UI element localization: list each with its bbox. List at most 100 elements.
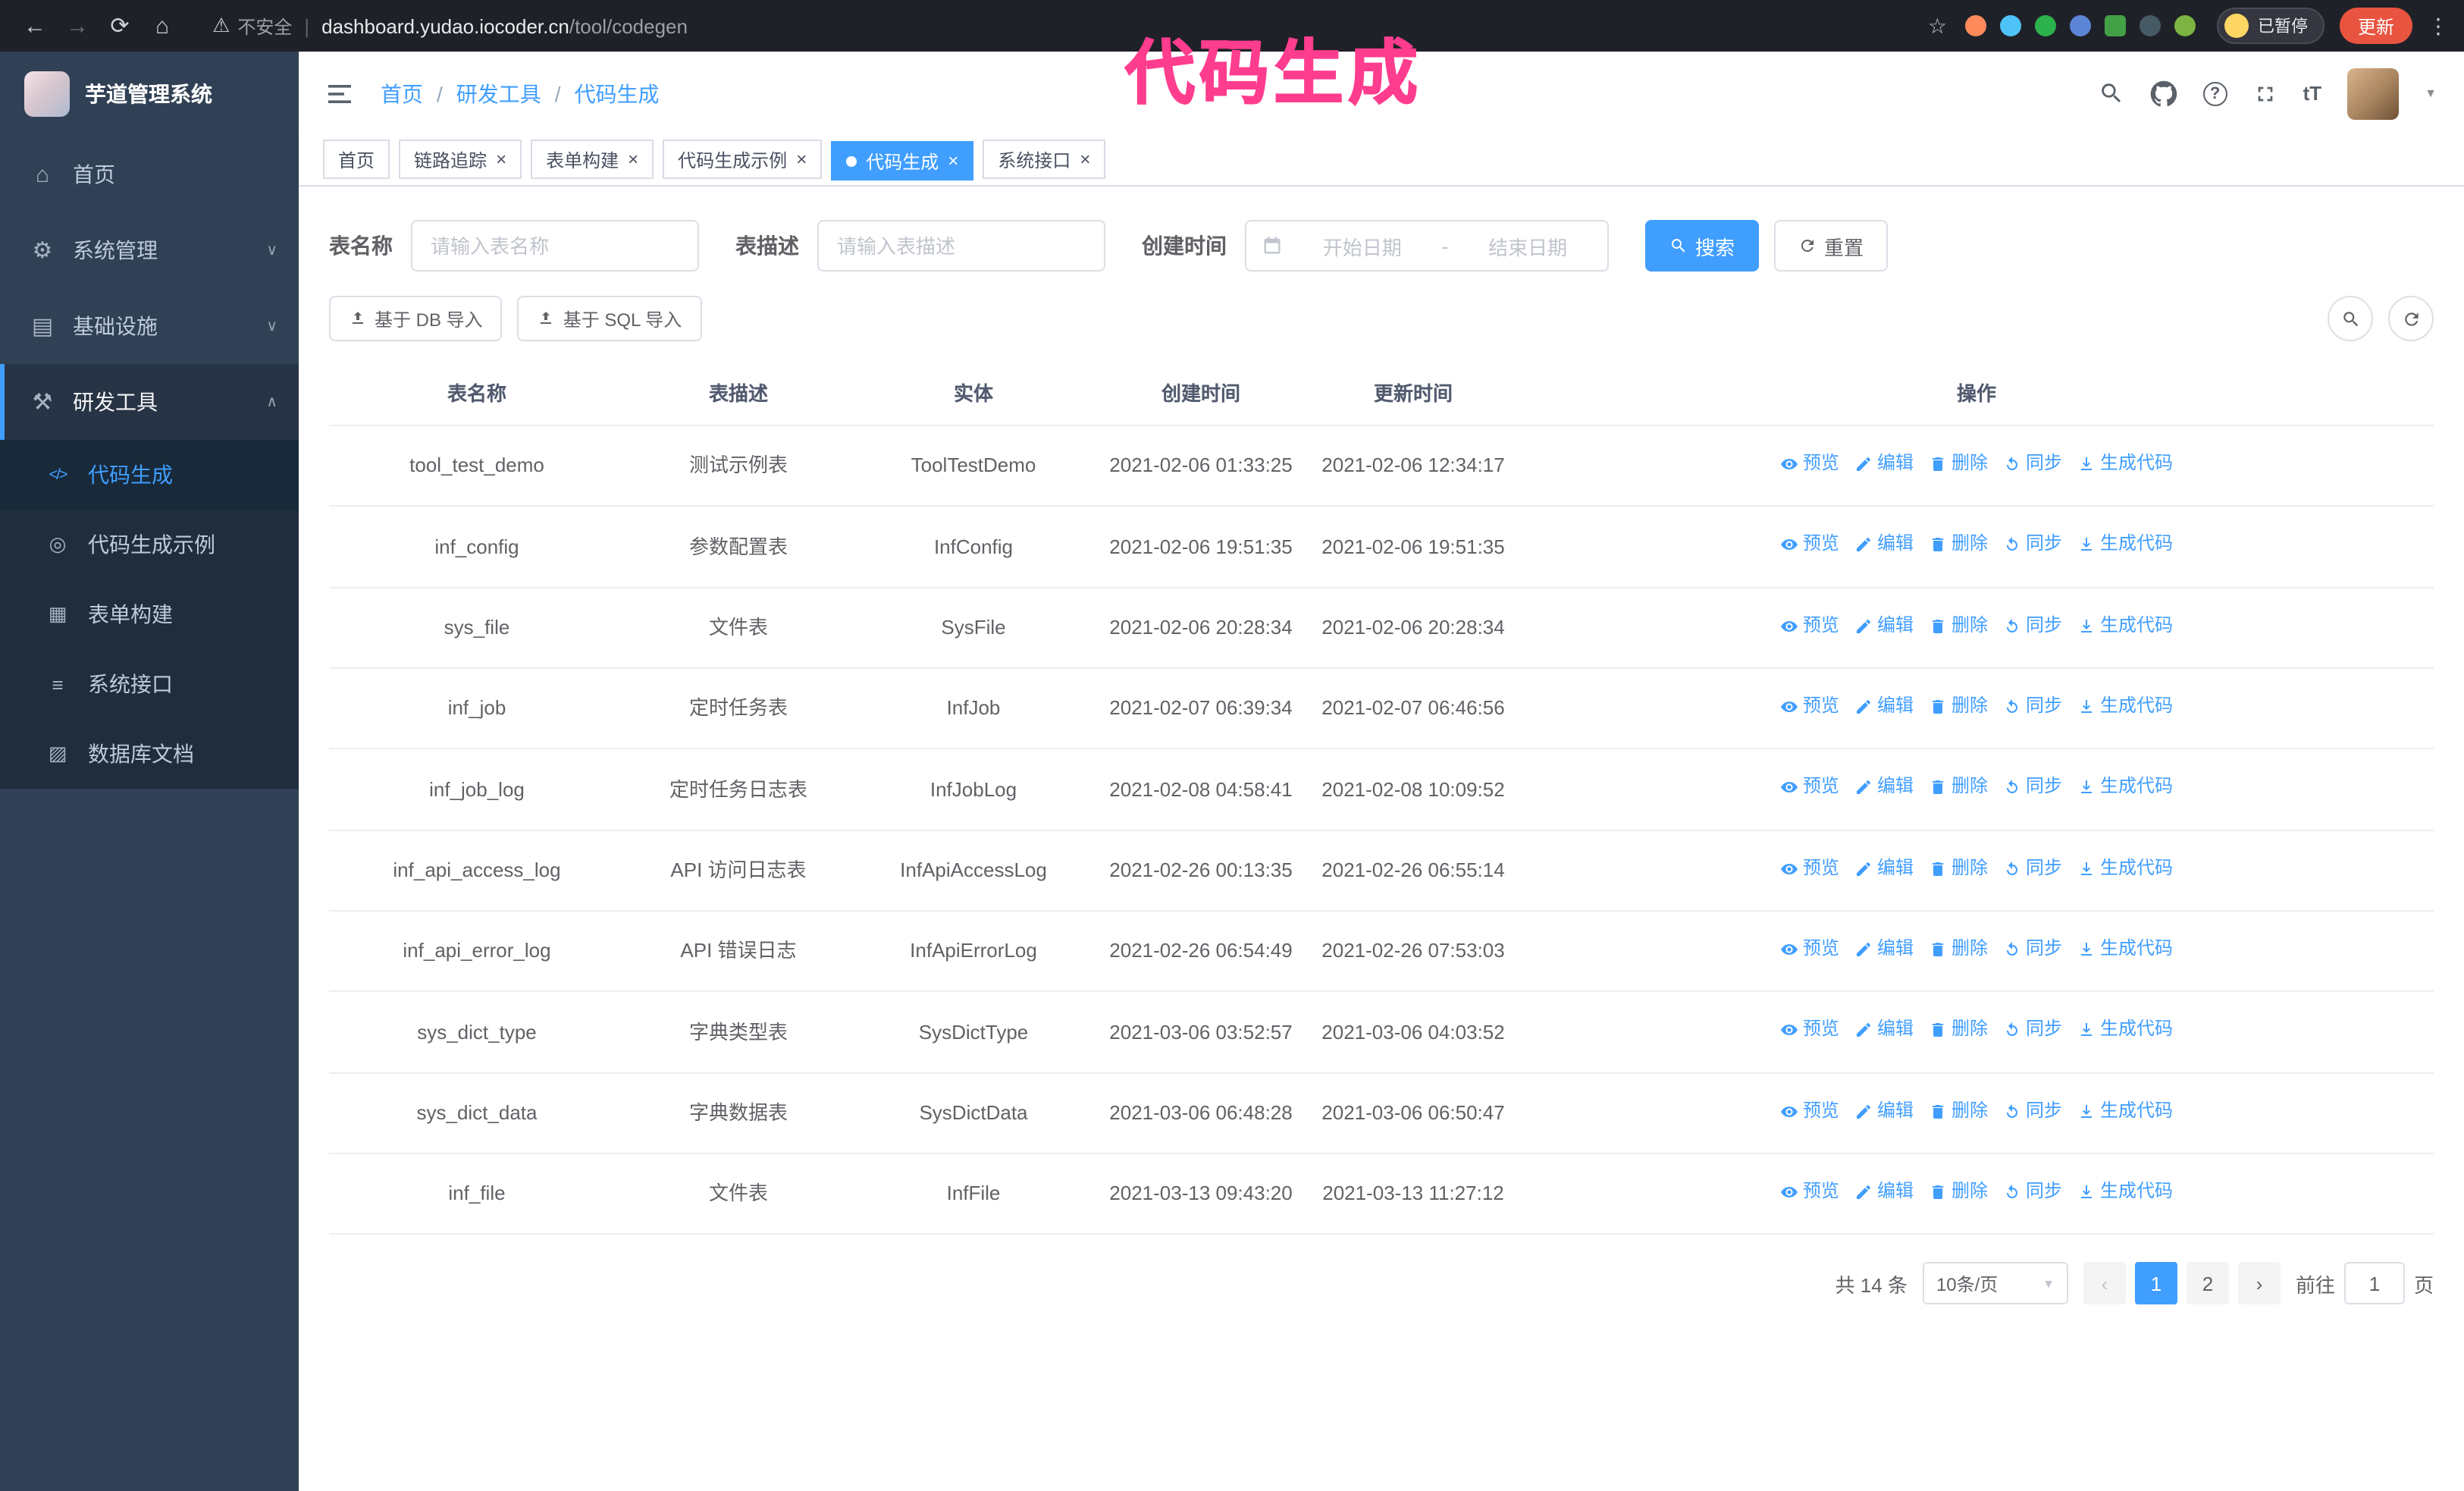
address-bar[interactable]: ⚠ 不安全 | dashboard.yudao.iocoder.cn/tool/… bbox=[197, 6, 1925, 46]
extension-icon[interactable] bbox=[2069, 15, 2091, 36]
edit-action[interactable]: 编辑 bbox=[1854, 1015, 1914, 1046]
tab-home[interactable]: 首页 bbox=[323, 140, 390, 179]
generate-action[interactable]: 生成代码 bbox=[2077, 530, 2173, 560]
generate-action[interactable]: 生成代码 bbox=[2077, 611, 2173, 641]
preview-action[interactable]: 预览 bbox=[1780, 1096, 1839, 1126]
tab-codegen-example[interactable]: 代码生成示例 × bbox=[663, 140, 823, 179]
sidebar-item-db-doc[interactable]: ▨ 数据库文档 bbox=[0, 719, 299, 789]
page-size-select[interactable]: 10条/页 ▼ bbox=[1922, 1262, 2068, 1305]
fullscreen-icon[interactable] bbox=[2253, 81, 2277, 105]
help-icon[interactable]: ? bbox=[2202, 81, 2227, 105]
preview-action[interactable]: 预览 bbox=[1780, 853, 1839, 884]
generate-action[interactable]: 生成代码 bbox=[2077, 692, 2173, 722]
breadcrumb-item[interactable]: 代码生成 bbox=[575, 78, 660, 108]
extension-icon[interactable] bbox=[2034, 15, 2056, 36]
preview-action[interactable]: 预览 bbox=[1780, 611, 1839, 641]
generate-action[interactable]: 生成代码 bbox=[2077, 853, 2173, 884]
user-avatar[interactable] bbox=[2347, 67, 2400, 119]
goto-page-input[interactable] bbox=[2343, 1262, 2405, 1305]
edit-action[interactable]: 编辑 bbox=[1854, 1096, 1914, 1126]
delete-action[interactable]: 删除 bbox=[1929, 692, 1988, 722]
browser-menu-icon[interactable]: ⋮ bbox=[2428, 13, 2449, 39]
preview-action[interactable]: 预览 bbox=[1780, 449, 1839, 479]
extension-icon[interactable] bbox=[2139, 15, 2161, 36]
preview-action[interactable]: 预览 bbox=[1780, 692, 1839, 722]
sidebar-item-devtools[interactable]: ⚒ 研发工具 ∧ bbox=[0, 364, 299, 440]
extension-icon[interactable] bbox=[1964, 15, 1986, 36]
generate-action[interactable]: 生成代码 bbox=[2077, 1177, 2173, 1207]
edit-action[interactable]: 编辑 bbox=[1854, 611, 1914, 641]
sync-action[interactable]: 同步 bbox=[2003, 449, 2062, 479]
tab-api[interactable]: 系统接口 × bbox=[983, 140, 1106, 179]
edit-action[interactable]: 编辑 bbox=[1854, 692, 1914, 722]
delete-action[interactable]: 删除 bbox=[1929, 1096, 1988, 1126]
toggle-search-button[interactable] bbox=[2328, 296, 2373, 341]
font-size-icon[interactable]: tT bbox=[2303, 82, 2322, 105]
edit-action[interactable]: 编辑 bbox=[1854, 449, 1914, 479]
preview-action[interactable]: 预览 bbox=[1780, 934, 1839, 965]
edit-action[interactable]: 编辑 bbox=[1854, 853, 1914, 884]
close-icon[interactable]: × bbox=[1080, 150, 1090, 168]
import-db-button[interactable]: 基于 DB 导入 bbox=[329, 296, 503, 341]
reload-icon[interactable]: ⟳ bbox=[100, 6, 140, 46]
delete-action[interactable]: 删除 bbox=[1929, 449, 1988, 479]
edit-action[interactable]: 编辑 bbox=[1854, 1177, 1914, 1207]
generate-action[interactable]: 生成代码 bbox=[2077, 449, 2173, 479]
preview-action[interactable]: 预览 bbox=[1780, 1177, 1839, 1207]
sync-action[interactable]: 同步 bbox=[2003, 773, 2062, 803]
end-date-placeholder[interactable]: 结束日期 bbox=[1463, 231, 1592, 260]
preview-action[interactable]: 预览 bbox=[1780, 773, 1839, 803]
refresh-table-button[interactable] bbox=[2388, 296, 2434, 341]
app-logo[interactable]: 芋道管理系统 bbox=[0, 52, 299, 137]
generate-action[interactable]: 生成代码 bbox=[2077, 1015, 2173, 1046]
home-icon[interactable]: ⌂ bbox=[143, 6, 182, 46]
delete-action[interactable]: 删除 bbox=[1929, 853, 1988, 884]
sidebar-item-api[interactable]: ≡ 系统接口 bbox=[0, 649, 299, 719]
sync-action[interactable]: 同步 bbox=[2003, 530, 2062, 560]
bookmark-star-icon[interactable]: ☆ bbox=[1928, 13, 1947, 39]
tab-tracing[interactable]: 链路追踪 × bbox=[399, 140, 522, 179]
generate-action[interactable]: 生成代码 bbox=[2077, 1096, 2173, 1126]
close-icon[interactable]: × bbox=[496, 150, 506, 168]
url[interactable]: dashboard.yudao.iocoder.cn/tool/codegen bbox=[321, 14, 688, 37]
security-chip[interactable]: ⚠ 不安全 bbox=[212, 13, 292, 39]
edit-action[interactable]: 编辑 bbox=[1854, 934, 1914, 965]
chevron-down-icon[interactable]: ▼ bbox=[2425, 86, 2437, 100]
search-button[interactable]: 搜索 bbox=[1645, 220, 1760, 272]
delete-action[interactable]: 删除 bbox=[1929, 1015, 1988, 1046]
close-icon[interactable]: × bbox=[628, 150, 638, 168]
sync-action[interactable]: 同步 bbox=[2003, 1177, 2062, 1207]
extension-icon[interactable] bbox=[1999, 15, 2021, 36]
extension-icon[interactable] bbox=[2104, 15, 2126, 36]
sidebar-item-form-builder[interactable]: ▦ 表单构建 bbox=[0, 579, 299, 649]
generate-action[interactable]: 生成代码 bbox=[2077, 773, 2173, 803]
browser-update-button[interactable]: 更新 bbox=[2339, 8, 2412, 44]
table-name-input[interactable] bbox=[411, 220, 699, 272]
breadcrumb-item[interactable]: 首页 bbox=[381, 78, 423, 108]
next-page-button[interactable]: › bbox=[2237, 1262, 2281, 1305]
date-range-picker[interactable]: 开始日期 - 结束日期 bbox=[1245, 220, 1609, 272]
github-icon[interactable] bbox=[2150, 80, 2177, 107]
forward-icon[interactable]: → bbox=[58, 6, 97, 46]
collapse-menu-icon[interactable] bbox=[326, 80, 353, 107]
sync-action[interactable]: 同步 bbox=[2003, 853, 2062, 884]
sync-action[interactable]: 同步 bbox=[2003, 692, 2062, 722]
edit-action[interactable]: 编辑 bbox=[1854, 773, 1914, 803]
delete-action[interactable]: 删除 bbox=[1929, 773, 1988, 803]
profile-chip[interactable]: 已暂停 bbox=[2216, 8, 2324, 44]
delete-action[interactable]: 删除 bbox=[1929, 611, 1988, 641]
table-desc-input[interactable] bbox=[817, 220, 1105, 272]
page-button-2[interactable]: 2 bbox=[2186, 1262, 2229, 1305]
delete-action[interactable]: 删除 bbox=[1929, 1177, 1988, 1207]
close-icon[interactable]: × bbox=[796, 150, 807, 168]
start-date-placeholder[interactable]: 开始日期 bbox=[1298, 231, 1427, 260]
sidebar-item-infra[interactable]: ▤ 基础设施 ∨ bbox=[0, 288, 299, 364]
sync-action[interactable]: 同步 bbox=[2003, 1015, 2062, 1046]
preview-action[interactable]: 预览 bbox=[1780, 530, 1839, 560]
sync-action[interactable]: 同步 bbox=[2003, 934, 2062, 965]
sidebar-item-system[interactable]: ⚙ 系统管理 ∨ bbox=[0, 212, 299, 288]
preview-action[interactable]: 预览 bbox=[1780, 1015, 1839, 1046]
tab-codegen[interactable]: 代码生成 × bbox=[831, 141, 974, 180]
close-icon[interactable]: × bbox=[948, 152, 958, 170]
reset-button[interactable]: 重置 bbox=[1774, 220, 1889, 272]
